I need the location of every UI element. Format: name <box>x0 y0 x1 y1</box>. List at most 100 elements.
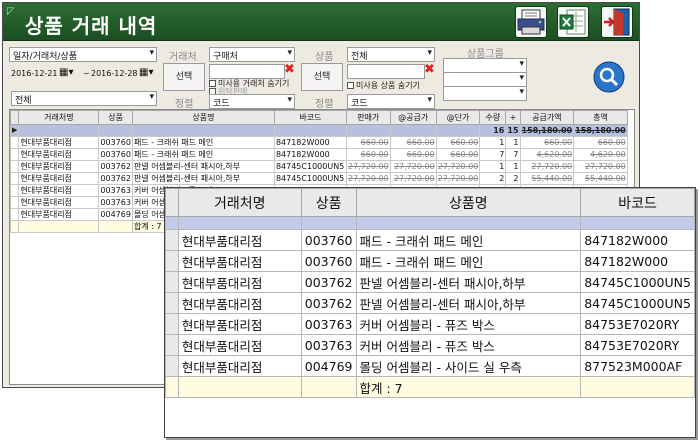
cell: 84745C1000UN5 <box>273 159 347 173</box>
table-row[interactable]: 현대부품대리점 003760 패드 - 크래쉬 패드 메인 847182W000… <box>10 147 628 161</box>
table-row[interactable]: 현대부품대리점 003760 패드 - 크래쉬 패드 메인 847182W000… <box>10 135 628 149</box>
product-hide-unused-label: 미사용 상품 숨기기 <box>356 81 420 90</box>
cell: 004769 <box>98 207 133 221</box>
date-from[interactable]: 2016-12-21 <box>11 69 58 78</box>
client-clear-icon[interactable]: ✖ <box>284 62 295 77</box>
exit-button[interactable] <box>601 6 633 38</box>
table-row[interactable]: 현대부품대리점 003760 패드 - 크래쉬 패드 메인 847182W000 <box>165 229 695 251</box>
table-row[interactable]: 현대부품대리점 003762 판넬 어셈블리-센터 패시아,하부 84745C1… <box>165 292 695 314</box>
table-row[interactable]: 현대부품대리점 003763 커버 어셈블리 - 퓨즈 박스 84753E702… <box>165 334 695 356</box>
cell: 003763 <box>98 183 133 197</box>
sort2-combo[interactable]: 코드 <box>347 94 435 109</box>
cell: 003762 <box>98 159 133 173</box>
client-label: 거래처 <box>169 52 197 63</box>
zoom-col-product[interactable]: 상품 <box>300 188 357 217</box>
product-group-combo-1[interactable] <box>443 58 527 73</box>
grid-col-qty[interactable]: 수량 <box>479 110 507 125</box>
sort2-label: 정렬 <box>315 99 334 110</box>
table-row[interactable]: 현대부품대리점 003762 판넬 어셈블리-센터 패시아,하부 84745C1… <box>165 271 695 293</box>
checkbox-icon <box>347 82 354 89</box>
table-row[interactable]: 현대부품대리점 003762 판넬 어셈블리-센터 패시아,하부 84745C1… <box>10 159 628 173</box>
cell <box>18 124 100 137</box>
cell <box>580 216 695 230</box>
product-input[interactable] <box>347 64 425 79</box>
cell: 1 <box>505 159 521 173</box>
cell: 27,720.00 <box>345 171 391 185</box>
grid-col-client[interactable]: 거래처명 <box>18 110 100 125</box>
zoom-sum-row: 합계 : 7 <box>165 376 695 398</box>
product-label: 상품 <box>315 52 334 63</box>
table-row[interactable]: 현대부품대리점 003763 커버 어셈블리 - 퓨즈 박스 84753E702… <box>165 313 695 335</box>
cell <box>435 124 481 137</box>
zoomed-grid-view: 거래처명 상품 상품명 바코드 현대부품대리점 003760 패드 - 크래쉬 … <box>164 187 696 438</box>
sort-label: 정렬 <box>175 99 194 110</box>
zoom-col-barcode[interactable]: 바코드 <box>580 188 695 217</box>
cell: 패드 - 크래쉬 패드 메인 <box>355 229 582 251</box>
cell <box>273 124 347 137</box>
grid-col-barcode[interactable]: 바코드 <box>273 110 347 125</box>
cell: 판넬 어셈블리-센터 패시아,하부 <box>131 159 275 173</box>
print-button[interactable] <box>515 6 547 38</box>
cell: 1 <box>479 135 507 149</box>
cell: 7 <box>505 147 521 161</box>
window-corner-icon: ◸ <box>7 6 15 17</box>
cell <box>98 219 133 233</box>
group-selector-combo[interactable]: 일자/거래처/상품 <box>9 47 157 62</box>
grid-col-product-name[interactable]: 상품명 <box>131 110 275 125</box>
zoom-col-client[interactable]: 거래처명 <box>177 188 302 217</box>
product-combo[interactable]: 전체 <box>347 47 435 62</box>
cell <box>300 376 357 398</box>
cell: 커버 어셈블리 - 퓨즈 박스 <box>355 313 582 335</box>
exit-door-icon <box>604 8 630 36</box>
date-from-picker-icon[interactable]: ▦▾ <box>59 67 73 78</box>
cell: 커버 어셈블리 - 퓨즈 박스 <box>355 334 582 356</box>
cell: 현대부품대리점 <box>177 334 302 356</box>
product-hide-unused-checkbox[interactable]: 미사용 상품 숨기기 <box>347 80 420 91</box>
printer-icon <box>517 9 545 35</box>
cell: 27,720.00 <box>435 159 481 173</box>
row-indicator <box>10 195 20 209</box>
grid-col-product[interactable]: 상품 <box>98 110 133 125</box>
grid-col-sale-price[interactable]: 판매가 <box>345 110 391 125</box>
grid-col-total[interactable]: 총액 <box>573 110 628 125</box>
product-clear-icon[interactable]: ✖ <box>424 62 435 77</box>
cell: 27,720.00 <box>389 159 437 173</box>
left-bottom-combo[interactable]: 전체 <box>11 91 157 106</box>
cell: 877523M000AF <box>580 355 695 377</box>
search-button[interactable] <box>593 61 625 93</box>
cell: 1 <box>505 135 521 149</box>
client-input[interactable] <box>209 64 285 79</box>
date-to[interactable]: 2016-12-28 <box>91 69 138 78</box>
cell: 27,720.00 <box>519 159 575 173</box>
grid-col-supply-price[interactable]: @공급가 <box>389 110 437 125</box>
cell: 84745C1000UN5 <box>273 171 347 185</box>
cell: 003760 <box>300 250 357 272</box>
product-group-combo-2[interactable] <box>443 72 527 87</box>
table-row[interactable]: 현대부품대리점 004769 몰딩 어셈블리 - 사이드 실 우측 877523… <box>165 355 695 377</box>
client-type-combo[interactable]: 구매처 <box>209 47 295 62</box>
total-plus: 15 <box>505 124 521 137</box>
cell: 84745C1000UN5 <box>580 292 695 314</box>
product-select-button[interactable]: 선택 <box>301 63 343 91</box>
cell <box>165 216 179 230</box>
cell: 660.00 <box>573 135 628 149</box>
grid-col-supply-amount[interactable]: 공급가액 <box>519 110 575 125</box>
zoom-col-product-name[interactable]: 상품명 <box>355 188 582 217</box>
zoom-sum-label: 합계 : 7 <box>355 376 582 398</box>
grid-col-plus[interactable]: + <box>505 110 521 125</box>
cell: 660.00 <box>345 135 391 149</box>
grid-col-unit-price[interactable]: @단가 <box>435 110 481 125</box>
table-row[interactable]: 현대부품대리점 003760 패드 - 크래쉬 패드 메인 847182W000 <box>165 250 695 272</box>
date-to-picker-icon[interactable]: ▦▾ <box>139 67 153 78</box>
cell: 현대부품대리점 <box>177 355 302 377</box>
cell <box>177 216 302 230</box>
table-row[interactable]: 현대부품대리점 003762 판넬 어셈블리-센터 패시아,하부 84745C1… <box>10 171 628 185</box>
row-indicator <box>165 292 179 314</box>
product-group-combo-3[interactable] <box>443 86 527 101</box>
client-select-button[interactable]: 선택 <box>163 63 205 91</box>
excel-export-button[interactable] <box>557 6 589 38</box>
cell: 판넬 어셈블리-센터 패시아,하부 <box>131 171 275 185</box>
cell: 몰딩 어셈블리 - 사이드 실 우측 <box>355 355 582 377</box>
sort-combo[interactable]: 코드 <box>209 94 295 109</box>
row-indicator <box>10 183 20 197</box>
